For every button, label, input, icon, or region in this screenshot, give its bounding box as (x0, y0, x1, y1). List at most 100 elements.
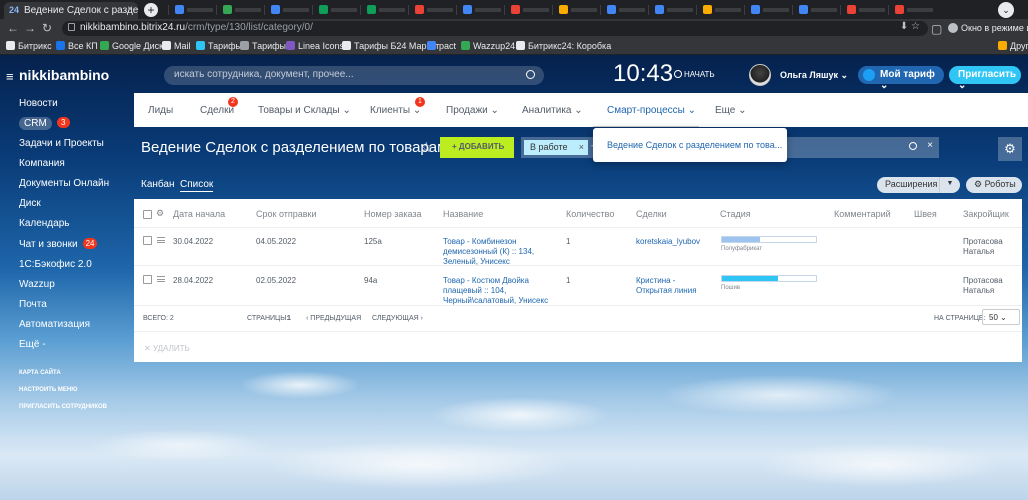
reload-icon[interactable]: ↻ (42, 21, 52, 35)
browser-tab[interactable] (504, 5, 550, 15)
view-list[interactable]: Список (180, 179, 214, 192)
select-all-checkbox[interactable] (143, 210, 152, 219)
sitemap-link[interactable]: КАРТА САЙТА (19, 370, 61, 376)
menu-item-wazzup[interactable]: Wazzup (19, 279, 55, 290)
sidepanel-icon[interactable]: ▢ (931, 22, 942, 36)
next-page-link[interactable]: СЛЕДУЮЩАЯ › (372, 315, 423, 322)
menu-item-chat[interactable]: Чат и звонки 24 (19, 238, 98, 250)
filter-chip[interactable]: В работе × (524, 140, 588, 155)
search-icon[interactable] (526, 70, 535, 79)
menu-item-automation[interactable]: Автоматизация (19, 319, 90, 330)
current-page[interactable]: 1 (287, 315, 291, 322)
deal-link[interactable]: Кристина - Открытая линия (636, 276, 697, 296)
extensions-button[interactable]: Расширения ▼ (877, 177, 960, 193)
view-kanban[interactable]: Канбан (141, 179, 175, 190)
chevron-down-icon[interactable]: ▼ (939, 177, 960, 193)
tab-smart-processes[interactable]: Смарт-процессы ⌄ (607, 105, 696, 116)
browser-tab[interactable] (168, 5, 214, 15)
column-header[interactable]: Швея (914, 209, 937, 219)
settings-gear-icon[interactable]: ⚙ (998, 137, 1022, 161)
tab-products[interactable]: Товары и Склады ⌄ (258, 105, 351, 116)
user-menu[interactable]: Ольга Ляшук ⌄ (780, 70, 848, 81)
bookmark[interactable]: Wazzup24 (461, 41, 515, 51)
deal-link[interactable]: koretskaia_lyubov (636, 237, 700, 247)
menu-item-disk[interactable]: Диск (19, 198, 41, 209)
stage-progress[interactable] (721, 275, 817, 282)
bookmark[interactable]: Друг (998, 41, 1028, 51)
delete-button[interactable]: ✕ УДАЛИТЬ (144, 344, 190, 353)
bookmark[interactable]: Битрикс (6, 41, 52, 51)
item-name-link[interactable]: Товар - Комбинезон демисезонный (К) :: 1… (443, 237, 534, 267)
menu-item-company[interactable]: Компания (19, 158, 65, 169)
bookmark[interactable]: Тарифы Б24 Маркет (342, 41, 439, 51)
row-menu-icon[interactable] (157, 276, 165, 282)
column-header[interactable]: Количество (566, 209, 614, 219)
bookmark[interactable]: Все КП (56, 41, 98, 51)
menu-item-crm[interactable]: CRM 3 (19, 117, 70, 130)
robots-button[interactable]: ⚙ Роботы (966, 177, 1022, 193)
favorite-star-icon[interactable]: ☆ (420, 139, 433, 156)
tab-analytics[interactable]: Аналитика ⌄ (522, 105, 583, 116)
column-header[interactable]: Номер заказа (364, 209, 422, 219)
browser-tab[interactable] (456, 5, 502, 15)
browser-tab[interactable] (696, 5, 742, 15)
browser-tab[interactable] (888, 5, 934, 15)
menu-item-more[interactable]: Ещё - (19, 339, 46, 350)
tab-deals[interactable]: Сделки (200, 105, 234, 116)
avatar[interactable] (749, 64, 771, 86)
close-tab-icon[interactable]: × (127, 4, 133, 15)
browser-tab[interactable] (744, 5, 790, 15)
menu-item-tasks[interactable]: Задачи и Проекты (19, 138, 104, 149)
menu-item-documents[interactable]: Документы Онлайн (19, 178, 109, 189)
new-tab-button[interactable]: + (144, 3, 158, 17)
remove-filter-icon[interactable]: × (579, 142, 584, 152)
clear-icon[interactable]: × (927, 140, 933, 151)
menu-item-news[interactable]: Новости (19, 98, 58, 109)
column-header[interactable]: Название (443, 209, 483, 219)
tab-clients[interactable]: Клиенты ⌄ (370, 105, 421, 116)
bookmark[interactable]: Linea Icons (286, 41, 344, 51)
bookmark[interactable]: Тарифы (196, 41, 242, 51)
browser-tab[interactable] (648, 5, 694, 15)
row-menu-icon[interactable] (157, 237, 165, 243)
row-checkbox[interactable] (143, 275, 152, 284)
invite-button[interactable]: Пригласить ⌄ (949, 66, 1021, 91)
dropdown-item[interactable]: Ведение Сделок с разделением по товa... (607, 140, 782, 150)
column-header[interactable]: Стадия (720, 209, 751, 219)
incognito-indicator[interactable]: Окно в режиме инко (948, 23, 1028, 33)
browser-tab-active[interactable]: 24 Ведение Сделок с разделением × (4, 2, 138, 19)
prev-page-link[interactable]: ‹ ПРЕДЫДУЩАЯ (306, 315, 361, 322)
browser-tab[interactable] (312, 5, 358, 15)
menu-icon[interactable]: ≡ (6, 69, 14, 84)
menu-item-calendar[interactable]: Календарь (19, 218, 69, 229)
browser-tab[interactable] (792, 5, 838, 15)
bookmark[interactable]: Google Диск (100, 41, 163, 51)
grid-settings-icon[interactable]: ⚙ (156, 208, 164, 219)
address-bar[interactable]: nikkibambino.bitrix24.ru/crm/type/130/li… (62, 21, 928, 36)
invite-employees-link[interactable]: ПРИГЛАСИТЬ СОТРУДНИКОВ (19, 404, 107, 410)
search-input[interactable]: искать сотрудника, документ, прочее... (164, 66, 544, 85)
browser-tab[interactable] (600, 5, 646, 15)
configure-menu-link[interactable]: НАСТРОИТЬ МЕНЮ (19, 387, 77, 393)
column-header[interactable]: Комментарий (834, 209, 891, 219)
bookmark-star-icon[interactable]: ⬇ ☆ (900, 21, 920, 32)
column-header[interactable]: Сделки (636, 209, 667, 219)
tab-leads[interactable]: Лиды (148, 105, 173, 116)
column-header[interactable]: Дата начала (173, 209, 225, 219)
back-icon[interactable]: ← (7, 21, 19, 35)
bookmark[interactable]: Mail (162, 41, 191, 51)
row-checkbox[interactable] (143, 236, 152, 245)
browser-tab[interactable] (840, 5, 886, 15)
forward-icon[interactable]: → (24, 21, 36, 35)
browser-tab[interactable] (264, 5, 310, 15)
browser-tab[interactable] (216, 5, 262, 15)
start-workday-button[interactable]: НАЧАТЬ (674, 70, 715, 79)
bookmark[interactable]: Тарифы (240, 41, 286, 51)
browser-tab[interactable] (552, 5, 598, 15)
stage-progress[interactable] (721, 236, 817, 243)
item-name-link[interactable]: Товар - Костюм Двойка плащевый :: 104, Ч… (443, 276, 548, 306)
add-button[interactable]: + ДОБАВИТЬ (440, 137, 514, 158)
tab-more[interactable]: Еще ⌄ (715, 105, 747, 116)
column-header[interactable]: Срок отправки (256, 209, 317, 219)
menu-item-mail[interactable]: Почта (19, 299, 47, 310)
